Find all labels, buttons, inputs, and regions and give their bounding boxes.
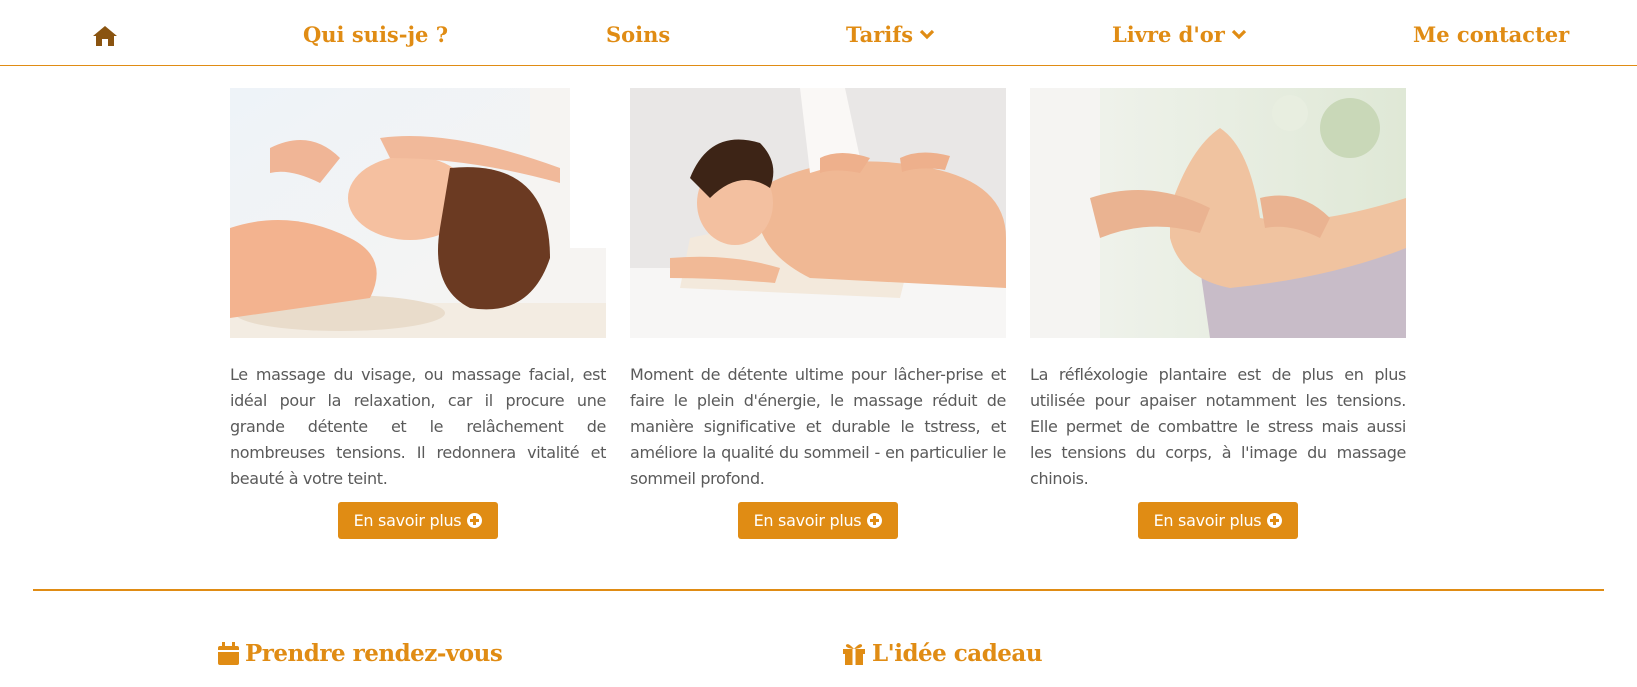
button-label: En savoir plus — [1153, 511, 1262, 530]
button-label: En savoir plus — [753, 511, 862, 530]
nav-tarifs[interactable]: Tarifs — [846, 18, 935, 50]
nav-label: Me contacter — [1413, 21, 1570, 47]
idee-cadeau-heading: L'idée cadeau — [842, 640, 1043, 667]
gift-icon — [843, 644, 865, 665]
massage-visage-photo — [230, 88, 606, 338]
section-title-text: L'idée cadeau — [872, 640, 1043, 667]
section-title-text: Prendre rendez-vous — [245, 640, 503, 667]
service-card-massage-visage: Le massage du visage, ou massage facial,… — [230, 88, 606, 539]
service-description: Moment de détente ultime pour lâcher-pri… — [630, 365, 1006, 488]
en-savoir-plus-button[interactable]: En savoir plus — [337, 502, 499, 539]
nav-label: Qui suis-je ? — [303, 21, 449, 47]
nav-livre-dor[interactable]: Livre d'or — [1112, 18, 1247, 50]
massage-dos-photo — [630, 88, 1006, 338]
plus-circle-icon — [867, 513, 883, 528]
main-content: Le massage du visage, ou massage facial,… — [0, 66, 1637, 687]
plus-circle-icon — [467, 513, 483, 528]
chevron-down-icon — [1231, 29, 1247, 40]
section-divider — [33, 589, 1604, 591]
service-description: Le massage du visage, ou massage facial,… — [230, 365, 606, 488]
en-savoir-plus-button[interactable]: En savoir plus — [737, 502, 899, 539]
home-icon — [93, 26, 117, 46]
nav-label: Tarifs — [846, 21, 914, 47]
service-description: La réfléxologie plantaire est de plus en… — [1030, 365, 1406, 488]
nav-me-contacter[interactable]: Me contacter — [1413, 18, 1569, 50]
plus-circle-icon — [1267, 513, 1283, 528]
button-label: En savoir plus — [353, 511, 462, 530]
nav-home-link[interactable] — [92, 20, 118, 52]
nav-qui-suis-je[interactable]: Qui suis-je ? — [303, 18, 448, 50]
prendre-rendez-vous-heading: Prendre rendez-vous — [218, 640, 503, 667]
chevron-down-icon — [919, 29, 935, 40]
nav-soins[interactable]: Soins — [606, 18, 670, 50]
reflexologie-photo — [1030, 88, 1406, 338]
service-card-reflexologie: La réfléxologie plantaire est de plus en… — [1030, 88, 1406, 539]
service-card-massage-dos: Moment de détente ultime pour lâcher-pri… — [630, 88, 1006, 539]
calendar-icon — [218, 642, 239, 665]
nav-label: Livre d'or — [1112, 21, 1225, 47]
nav-label: Soins — [606, 21, 671, 47]
en-savoir-plus-button[interactable]: En savoir plus — [1137, 502, 1299, 539]
main-navbar: Qui suis-je ? Soins Tarifs Livre d'or Me… — [0, 0, 1637, 66]
